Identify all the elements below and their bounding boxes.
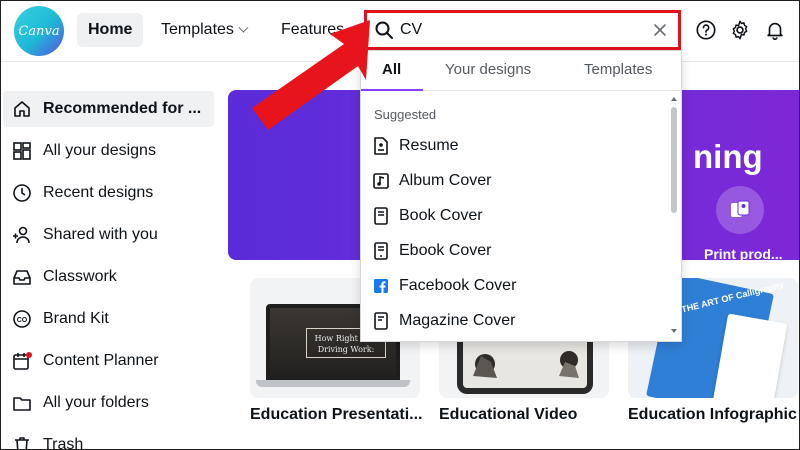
close-icon[interactable] <box>652 22 668 38</box>
nav-templates-label: Templates <box>161 21 234 38</box>
search-box[interactable] <box>364 10 681 50</box>
help-icon[interactable] <box>695 19 717 41</box>
sidebar-item-recommended[interactable]: Recommended for ... <box>3 91 214 127</box>
print-products-label: Print prod... <box>704 246 783 260</box>
folder-icon <box>13 397 31 411</box>
nav-templates-button[interactable]: Templates <box>150 13 258 47</box>
sidebar-item-label: All your folders <box>43 394 149 411</box>
print-products-icon <box>731 200 750 217</box>
tab-templates[interactable]: Templates <box>584 61 652 78</box>
laptop-base <box>256 380 410 387</box>
svg-text:CO: CO <box>17 317 28 324</box>
ebook-icon <box>374 241 388 260</box>
suggestion-item[interactable]: Album Cover <box>361 163 667 198</box>
sidebar-item-label: Trash <box>43 436 84 450</box>
suggestion-label: Magazine Cover <box>399 311 516 329</box>
gear-icon[interactable] <box>729 19 751 41</box>
dropdown-scrollbar[interactable] <box>669 95 679 335</box>
suggestion-label: Facebook Cover <box>399 276 517 294</box>
clock-icon <box>13 184 31 202</box>
sidebar-item-brand-kit[interactable]: CO Brand Kit <box>0 301 214 337</box>
card-label[interactable]: Educational Video <box>439 406 577 424</box>
calendar-icon <box>13 352 32 370</box>
scroll-down-icon[interactable] <box>669 327 679 335</box>
suggestion-item[interactable]: Magazine Cover <box>361 303 667 338</box>
music-note-icon <box>373 172 389 189</box>
magazine-icon <box>374 311 388 330</box>
card-label[interactable]: Education Infographic <box>628 406 797 424</box>
sidebar-item-label: Shared with you <box>43 226 158 243</box>
search-input[interactable] <box>400 21 630 39</box>
tab-all[interactable]: All <box>382 61 401 78</box>
sidebar-item-trash[interactable]: Trash <box>0 427 214 450</box>
nav-home-label: Home <box>88 21 133 38</box>
logo-text: Canva <box>18 23 60 39</box>
home-icon <box>14 101 30 117</box>
people-icon <box>13 226 30 244</box>
nav-home-button[interactable]: Home <box>77 13 144 47</box>
red-arrow-annotation <box>252 20 370 130</box>
search-dropdown: All Your designs Templates Suggested Res… <box>360 50 682 342</box>
suggestion-item[interactable]: Book Cover <box>361 198 667 233</box>
sidebar-item-label: Recent designs <box>43 184 154 201</box>
suggestion-label: Resume <box>399 136 459 154</box>
suggested-heading: Suggested <box>374 107 437 122</box>
sidebar-item-shared[interactable]: Shared with you <box>0 217 214 253</box>
search-icon <box>375 21 393 39</box>
banner-heading: ning <box>693 138 763 175</box>
document-icon <box>374 136 388 155</box>
sidebar-item-label: Content Planner <box>43 352 159 369</box>
sidebar-item-folders[interactable]: All your folders <box>0 385 214 421</box>
suggestion-label: Album Cover <box>399 171 492 189</box>
facebook-icon <box>374 278 388 293</box>
inbox-icon <box>13 270 31 285</box>
sidebar-item-classwork[interactable]: Classwork <box>0 259 214 295</box>
sidebar-item-label: Recommended for ... <box>43 100 202 117</box>
suggestion-label: Book Cover <box>399 206 483 224</box>
sidebar-item-label: Classwork <box>43 268 117 285</box>
sidebar: Recommended for ... All your designs Rec… <box>0 62 222 450</box>
tab-your-designs[interactable]: Your designs <box>445 61 531 78</box>
scroll-up-icon[interactable] <box>669 95 679 103</box>
suggestion-label: Ebook Cover <box>399 241 492 259</box>
bell-icon[interactable] <box>764 19 786 41</box>
trash-icon <box>15 437 29 450</box>
print-products-button[interactable] <box>716 186 764 234</box>
sidebar-item-label: Brand Kit <box>43 310 109 327</box>
sidebar-item-label: All your designs <box>43 142 156 159</box>
scrollbar-thumb[interactable] <box>671 107 677 213</box>
sidebar-item-all-designs[interactable]: All your designs <box>0 133 214 169</box>
sidebar-item-recent[interactable]: Recent designs <box>0 175 214 211</box>
book-icon <box>374 206 388 225</box>
grid-icon <box>13 142 31 160</box>
brand-kit-icon: CO <box>13 310 31 328</box>
card-label[interactable]: Education Presentati... <box>250 406 422 424</box>
suggestion-item[interactable]: Facebook Cover <box>361 268 667 303</box>
suggestion-item[interactable]: Resume <box>361 128 667 163</box>
suggestion-item[interactable]: Ebook Cover <box>361 233 667 268</box>
sidebar-item-content-planner[interactable]: Content Planner <box>0 343 214 379</box>
chevron-down-icon <box>238 22 249 33</box>
canva-logo[interactable]: Canva <box>14 6 64 56</box>
